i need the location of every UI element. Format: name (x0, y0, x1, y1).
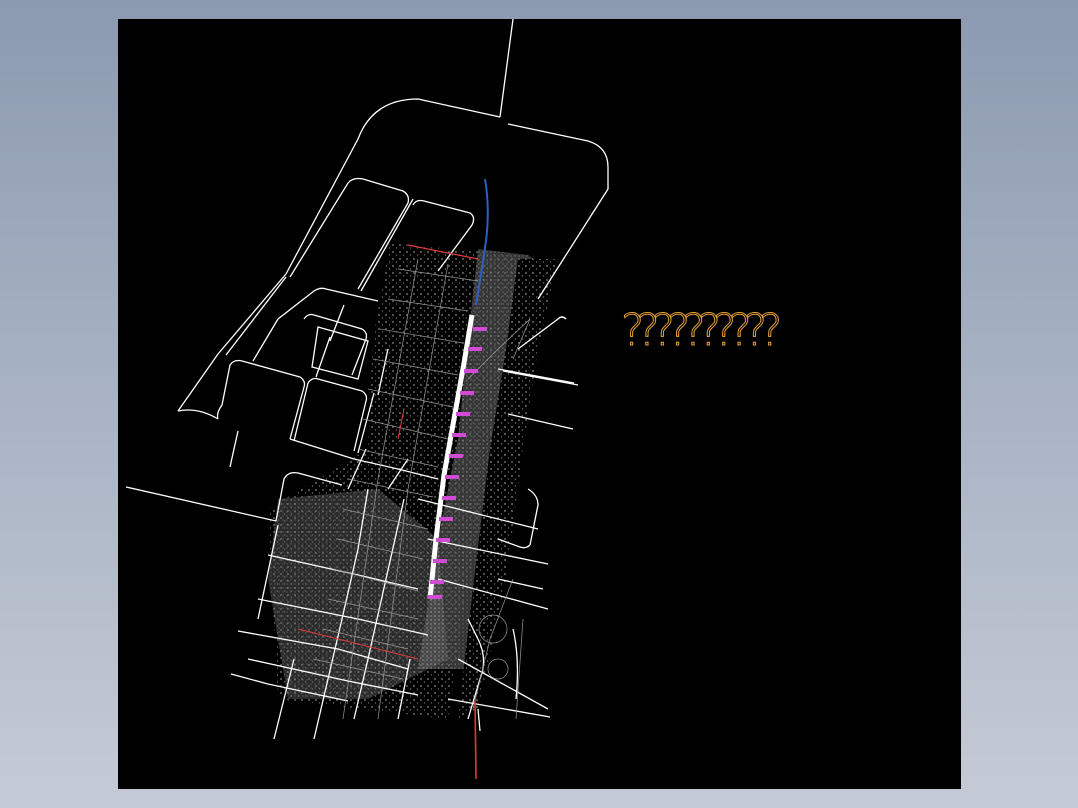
site-plan-drawing (125, 19, 609, 780)
cad-drawing-canvas[interactable]: ?????????? (118, 19, 961, 789)
placeholder-text: ?????????? (621, 305, 784, 356)
